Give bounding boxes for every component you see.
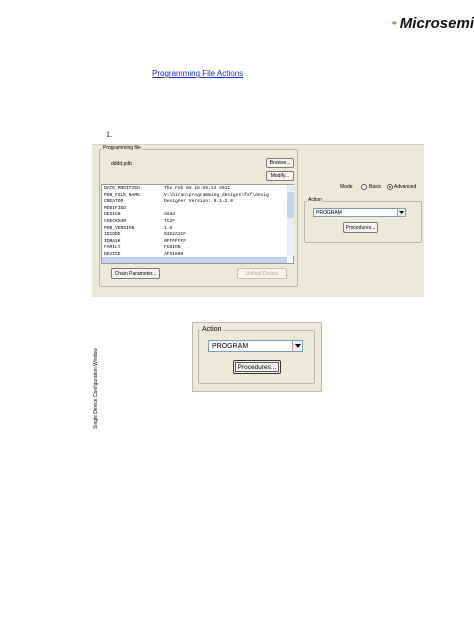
mode-label: Mode [340,184,353,190]
action-select[interactable]: PROGRAM [313,208,406,217]
chain-parameter-button[interactable]: Chain Parameter... [111,268,160,279]
chevron-down-icon[interactable] [292,341,302,351]
file-info-value: 7C2F [164,219,176,224]
advanced-radio[interactable] [387,184,393,190]
basic-radio[interactable] [361,184,367,190]
procedures-button[interactable]: Procedures... [343,222,378,233]
file-info-value: 1.6 [164,225,173,231]
file-info-key: CHECKSUM [104,219,127,224]
programming-file-actions-link[interactable]: Programming File Actions [152,69,243,78]
scrollbar-thumb[interactable] [287,192,294,218]
file-info-value: 0FFFFFFF [164,238,187,244]
zoomed-action-select[interactable]: PROGRAM [208,340,303,352]
microsemi-logo: Microsemi [392,10,474,36]
zoomed-procedures-button[interactable]: Procedures... [233,360,281,374]
file-info-key: DESIGN [104,212,121,218]
file-info-key: CREATOR [104,199,124,205]
vertical-scrollbar[interactable] [287,185,294,256]
file-info-key: PDB_FILE_NAME [104,192,140,198]
action-select-value: PROGRAM [316,209,342,216]
zoomed-action-group-title: Action [200,325,224,334]
modify-button[interactable]: Modify... [266,171,294,181]
file-info-key: MODIFIED [104,205,127,211]
file-info-key: DATE_MODIFIED [104,186,140,191]
microsemi-swirl-icon [392,21,397,25]
browse-button[interactable]: Browse... [266,158,294,168]
unload-device-button: Unload Device [237,268,287,279]
file-info-value: V:\hiran\programming_designs\fsf\desig [164,192,269,198]
zoomed-action-group [198,330,315,384]
action-group-title: Action [307,197,323,203]
horizontal-scrollbar[interactable] [102,257,287,263]
file-info-key: IDCODE [104,232,121,238]
advanced-radio-label: Advanced [394,184,417,190]
file-info-key: FAMILY [104,245,121,251]
file-info-value: FUSION [164,245,181,251]
zoomed-action-select-value: PROGRAM [212,342,249,350]
file-info-list[interactable]: DATE_MODIFIED Thu Feb 03 15:55:14 2011 PDB… [101,184,294,264]
programming-filename: dddd.pdb [111,161,132,167]
chevron-down-icon[interactable] [397,209,405,216]
step-number: 1. [106,130,112,139]
file-info-value: Designer Version: 9.1.2.0 [164,199,233,205]
basic-radio-label: Basic [369,184,382,190]
file-info-value: Thu Feb 03 15:55:14 2011 [164,186,231,191]
programming-file-group-title: Programming file [102,145,142,151]
logo-wordmark: Microsemi [399,14,474,32]
file-info-key: IDMASK [104,238,121,244]
side-label-text: Single Device Configuration Window [93,348,99,429]
file-info-value: 0352A1CF [164,232,187,238]
file-info-key: PDB_VERSION [104,225,135,231]
file-info-value: dddd [164,212,176,218]
